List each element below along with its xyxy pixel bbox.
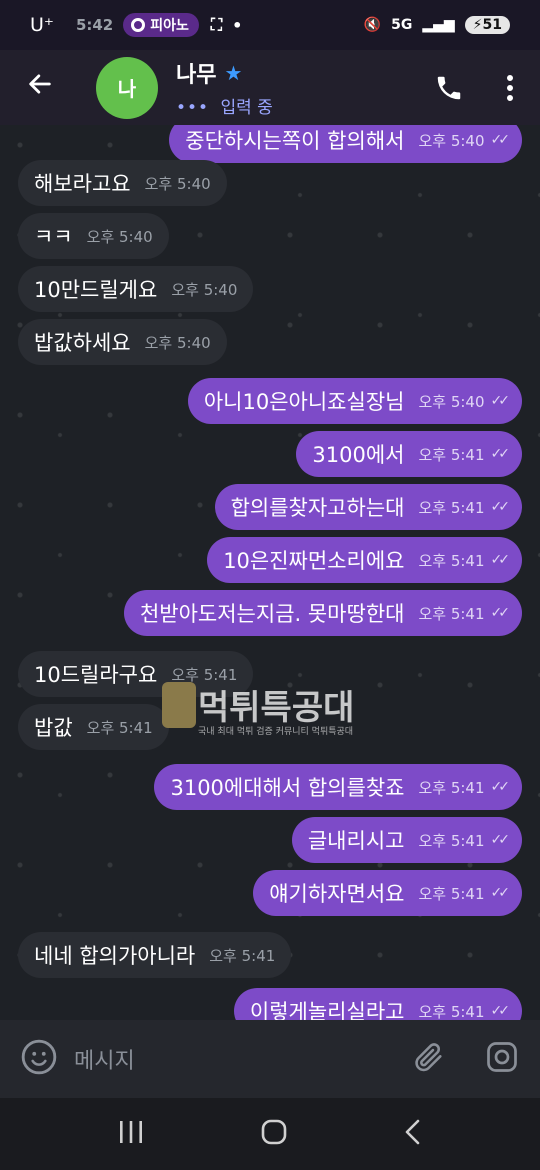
message-input[interactable]: 메시지 (74, 1043, 135, 1075)
message-bubble[interactable]: 글내리시고 오후 5:41 ✓✓ (291, 817, 522, 863)
contact-info[interactable]: 나무 ★ ••• 입력 중 (176, 57, 273, 118)
back-arrow-icon[interactable] (0, 70, 80, 106)
message-time: 오후 5:40 (418, 131, 485, 150)
contact-name: 나무 (176, 63, 217, 88)
scan-icon: ⛶ (210, 15, 223, 34)
message-time: 오후 5:41 (418, 1002, 485, 1021)
message-time: 오후 5:41 (209, 946, 276, 965)
message-text: 해보라고요 (34, 172, 131, 196)
app-pill-label: 피아노 (150, 18, 189, 34)
message-bubble[interactable]: 밥값 오후 5:41 (18, 704, 169, 750)
message-bubble[interactable]: 10드릴라구요 오후 5:41 (18, 651, 254, 697)
message-text: 천받아도저는지금. 못마땅한대 (139, 602, 405, 626)
message-text: 10드릴라구요 (34, 663, 158, 687)
message-time: 오후 5:41 (418, 831, 485, 850)
message-bubble[interactable]: 합의를찾자고하는대 오후 5:41 ✓✓ (214, 484, 522, 530)
double-check-icon: ✓✓ (490, 499, 511, 515)
message-time: 오후 5:41 (171, 665, 238, 684)
message-bubble[interactable]: 아니10은아니죠실장님 오후 5:40 ✓✓ (187, 378, 522, 424)
record-icon (131, 18, 146, 32)
mute-icon: 🔇 (363, 17, 382, 33)
status-time: 5:42 (75, 16, 114, 34)
attach-icon[interactable] (412, 1040, 446, 1078)
double-check-icon: ✓✓ (490, 832, 511, 848)
recent-apps-icon[interactable] (117, 1119, 145, 1149)
app-pill[interactable]: 피아노 (123, 13, 199, 37)
message-bubble[interactable]: 해보라고요 오후 5:40 (18, 160, 227, 206)
battery-indicator: ⚡51 (464, 16, 510, 34)
avatar[interactable]: 나 (96, 56, 158, 119)
message-bubble[interactable]: 이렇게놀리실라고 오후 5:41 ✓✓ (233, 988, 522, 1021)
status-bar: U⁺ 5:42 피아노 ⛶ • 🔇 5G ▂▄▆ ⚡51 (0, 0, 540, 50)
message-time: 오후 5:41 (418, 498, 485, 517)
double-check-icon: ✓✓ (490, 1003, 511, 1019)
message-time: 오후 5:41 (418, 551, 485, 570)
notification-dot-icon: • (232, 15, 243, 35)
avatar-letter: 나 (117, 77, 137, 101)
message-text: 네네 합의가아니라 (34, 944, 196, 968)
message-text: 중단하시는쪽이 합의해서 (185, 129, 405, 153)
carrier-label: U⁺ (30, 14, 54, 36)
message-time: 오후 5:40 (171, 280, 238, 299)
message-text: 밥값하세요 (34, 331, 131, 355)
message-text: 10은진짜먼소리에요 (223, 549, 405, 573)
message-bubble[interactable]: 10만드릴게요 오후 5:40 (18, 266, 254, 312)
message-bubble[interactable]: ㅋㅋ 오후 5:40 (18, 213, 169, 259)
message-bubble[interactable]: 3100에서 오후 5:41 ✓✓ (296, 431, 522, 477)
double-check-icon: ✓✓ (490, 132, 511, 148)
back-nav-icon[interactable] (403, 1118, 423, 1150)
signal-icon: ▂▄▆ (422, 17, 455, 33)
double-check-icon: ✓✓ (490, 605, 511, 621)
5g-icon: 5G (391, 17, 413, 33)
message-composer: 메시지 (0, 1020, 540, 1098)
message-text: 3100에대해서 합의를찾죠 (170, 776, 405, 800)
message-time: 오후 5:40 (144, 174, 211, 193)
system-navbar (0, 1098, 540, 1170)
more-options-icon[interactable] (506, 74, 514, 102)
emoji-icon[interactable] (20, 1038, 58, 1080)
message-bubble[interactable]: 10은진짜먼소리에요 오후 5:41 ✓✓ (207, 537, 522, 583)
message-time: 오후 5:40 (418, 392, 485, 411)
chat-header: 나 나무 ★ ••• 입력 중 (0, 50, 540, 125)
double-check-icon: ✓✓ (490, 885, 511, 901)
message-list[interactable]: 중단하시는쪽이 합의해서 오후 5:40 ✓✓ 해보라고요 오후 5:40 ㅋㅋ… (0, 125, 540, 1020)
message-text: 3100에서 (312, 443, 405, 467)
camera-icon[interactable] (484, 1039, 520, 1079)
message-time: 오후 5:41 (418, 604, 485, 623)
message-time: 오후 5:41 (418, 445, 485, 464)
message-text: ㅋㅋ (34, 225, 73, 249)
message-text: 이렇게놀리실라고 (249, 1000, 405, 1020)
message-text: 합의를찾자고하는대 (230, 496, 405, 520)
typing-dots-icon: ••• (176, 98, 210, 118)
message-bubble[interactable]: 네네 합의가아니라 오후 5:41 (18, 932, 292, 978)
message-text: 얘기하자면서요 (269, 882, 405, 906)
message-text: 10만드릴게요 (34, 278, 158, 302)
message-time: 오후 5:41 (418, 884, 485, 903)
typing-status: 입력 중 (220, 98, 273, 118)
message-time: 오후 5:40 (86, 227, 153, 246)
message-bubble[interactable]: 3100에대해서 합의를찾죠 오후 5:41 ✓✓ (154, 764, 522, 810)
double-check-icon: ✓✓ (490, 393, 511, 409)
star-icon: ★ (224, 61, 243, 85)
message-text: 아니10은아니죠실장님 (203, 390, 405, 414)
double-check-icon: ✓✓ (490, 552, 511, 568)
message-bubble[interactable]: 얘기하자면서요 오후 5:41 ✓✓ (253, 870, 522, 916)
message-time: 오후 5:41 (86, 718, 153, 737)
message-text: 글내리시고 (307, 829, 405, 853)
message-bubble[interactable]: 중단하시는쪽이 합의해서 오후 5:40 ✓✓ (169, 125, 522, 163)
message-time: 오후 5:41 (418, 778, 485, 797)
message-bubble[interactable]: 밥값하세요 오후 5:40 (18, 319, 227, 365)
home-icon[interactable] (260, 1118, 288, 1150)
double-check-icon: ✓✓ (490, 446, 511, 462)
message-time: 오후 5:40 (144, 333, 211, 352)
phone-icon[interactable] (434, 73, 464, 103)
message-text: 밥값 (34, 716, 73, 740)
double-check-icon: ✓✓ (490, 779, 511, 795)
message-bubble[interactable]: 천받아도저는지금. 못마땅한대 오후 5:41 ✓✓ (123, 590, 522, 636)
